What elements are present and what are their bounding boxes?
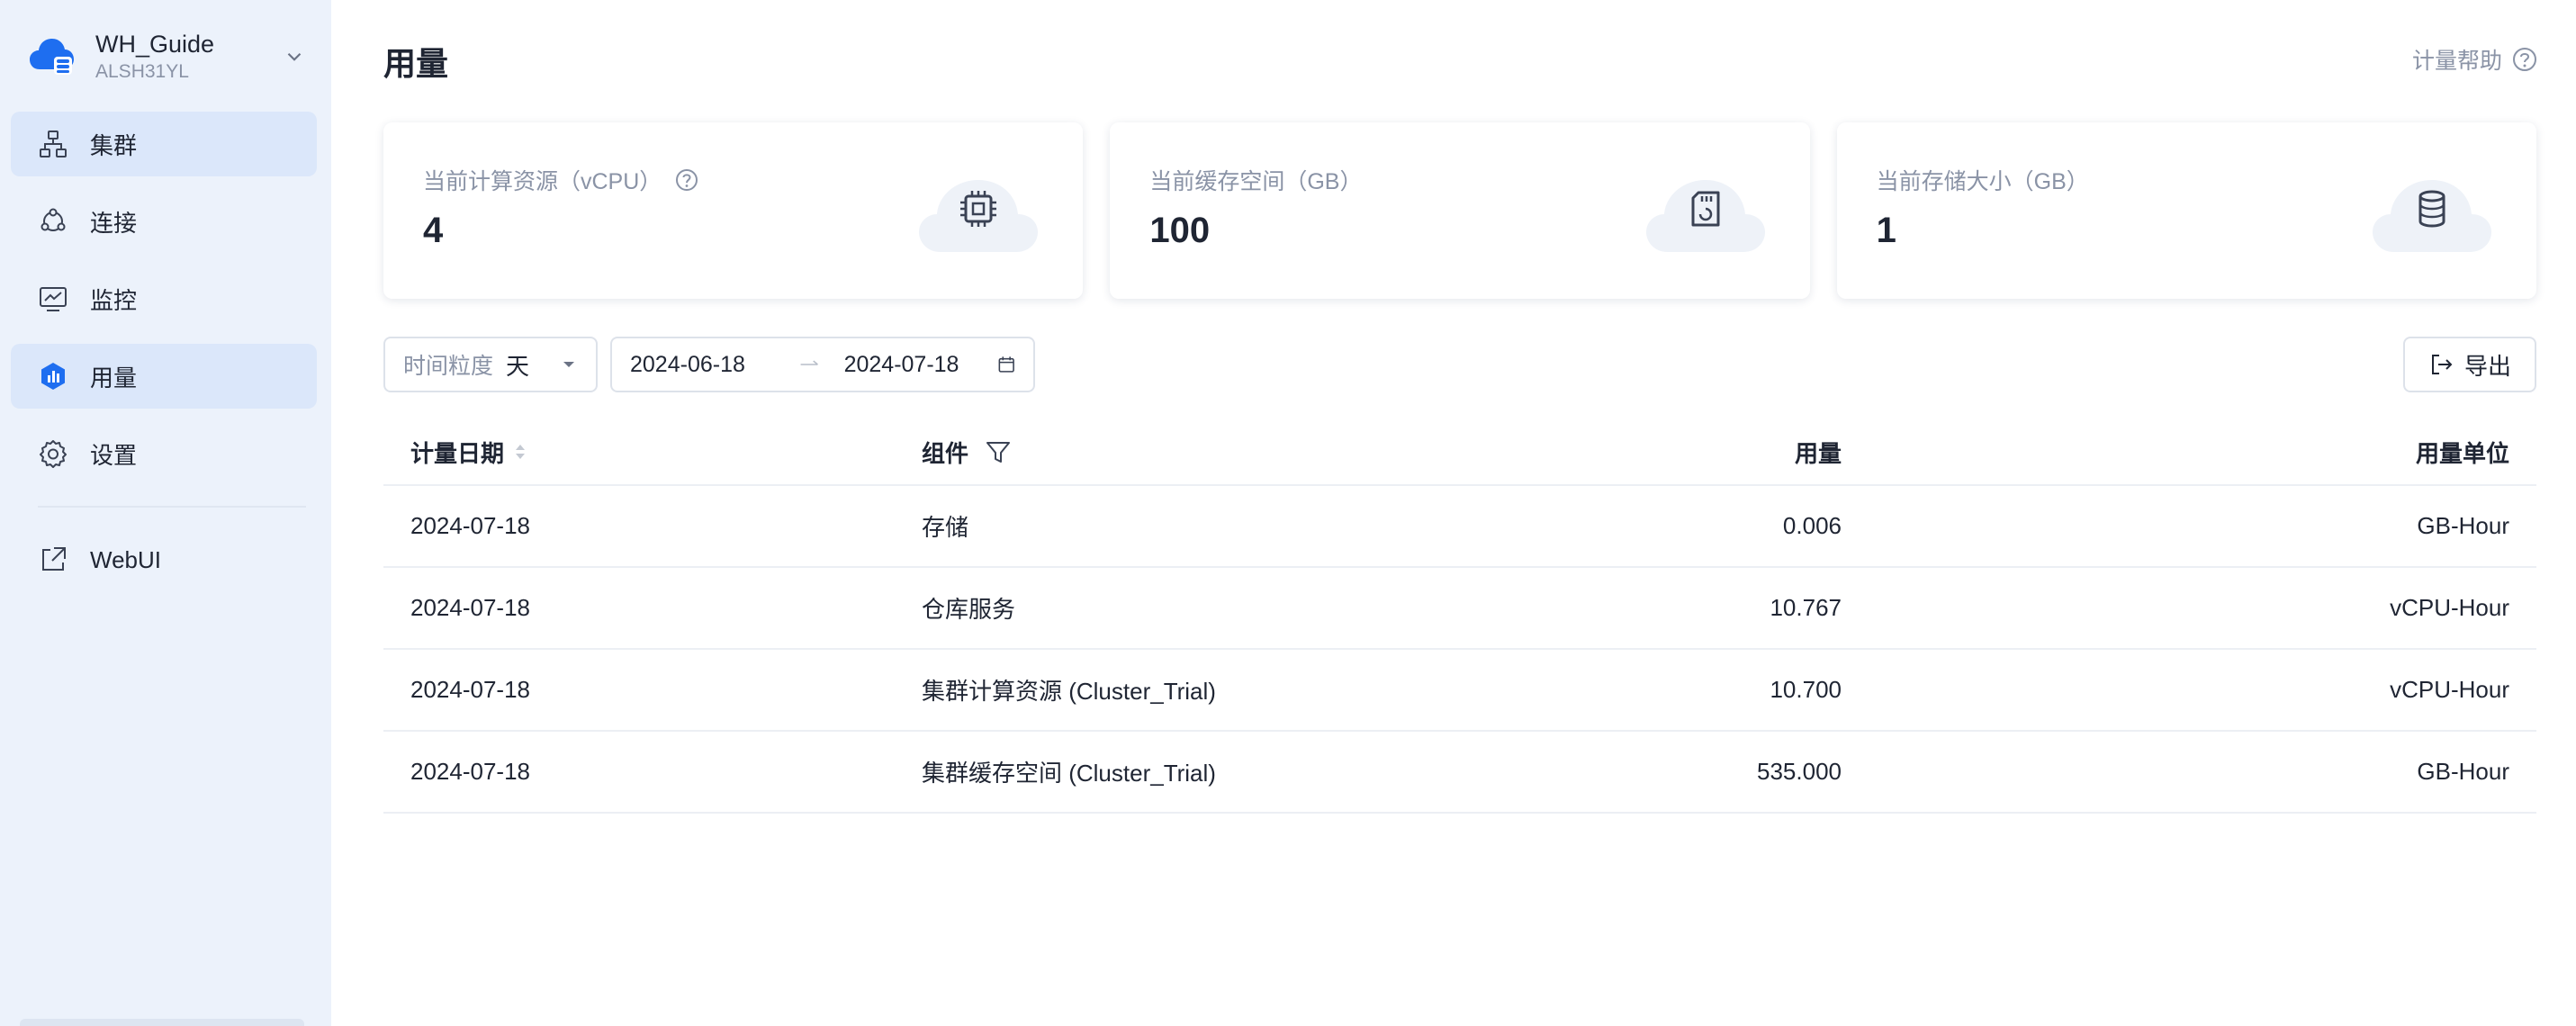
sidebar-nav: 集群 连接 监控 用量 设置 WebUI xyxy=(11,112,317,605)
cell-unit: GB-Hour xyxy=(2417,758,2509,785)
calendar-icon[interactable] xyxy=(997,353,1015,376)
arrow-right-icon xyxy=(800,360,818,365)
cell-unit: vCPU-Hour xyxy=(2390,676,2509,703)
workspace-id: ALSH31YL xyxy=(95,61,189,82)
workspace-switcher[interactable]: WH_Guide ALSH31YL xyxy=(27,23,306,90)
cell-usage: 535.000 xyxy=(1757,758,1842,785)
filter-icon[interactable] xyxy=(985,438,1012,465)
sidebar-item-label: 集群 xyxy=(90,131,138,159)
card-label-text: 当前缓存空间（GB） xyxy=(1149,169,1363,194)
column-header-label: 组件 xyxy=(922,439,969,467)
cell-unit: GB-Hour xyxy=(2417,512,2509,539)
table-row: 2024-07-18 集群缓存空间 (Cluster_Trial) 535.00… xyxy=(383,732,2536,814)
column-header-component: 组件 xyxy=(922,436,1453,469)
workspace-name: WH_Guide xyxy=(95,31,215,58)
card-label-text: 当前存储大小（GB） xyxy=(1876,169,2089,194)
sidebar-item-label: 用量 xyxy=(90,364,138,392)
cell-date: 2024-07-18 xyxy=(410,512,530,539)
column-header-label: 用量单位 xyxy=(2415,439,2509,467)
sidebar-item-usage[interactable]: 用量 xyxy=(11,344,317,409)
column-header-label: 计量日期 xyxy=(410,439,505,467)
sidebar: WH_Guide ALSH31YL 集群 连接 监控 用量 设置 WebUI xyxy=(0,0,331,1026)
external-link-icon xyxy=(42,547,66,571)
cell-usage: 0.006 xyxy=(1782,512,1842,539)
sidebar-item-label: 设置 xyxy=(90,441,138,469)
sidebar-item-connect[interactable]: 连接 xyxy=(11,189,317,254)
sidebar-item-label: 监控 xyxy=(90,286,138,314)
table-row: 2024-07-18 存储 0.006 GB-Hour xyxy=(383,486,2536,568)
nav-divider xyxy=(38,506,306,508)
chevron-down-icon xyxy=(287,52,302,61)
end-date-input[interactable] xyxy=(843,351,997,378)
cluster-icon xyxy=(40,130,67,158)
sidebar-item-settings[interactable]: 设置 xyxy=(11,421,317,486)
sidebar-footer-bar xyxy=(20,1019,304,1026)
column-header-date[interactable]: 计量日期 xyxy=(383,436,922,469)
connect-icon xyxy=(41,208,66,231)
usage-help-link[interactable]: 计量帮助 xyxy=(2412,43,2538,76)
cell-usage: 10.767 xyxy=(1770,594,1842,621)
help-icon xyxy=(2513,48,2536,71)
export-label: 导出 xyxy=(2463,352,2511,380)
column-header-usage: 用量 xyxy=(1453,436,1842,469)
sort-icon[interactable] xyxy=(513,441,527,463)
cell-component: 存储 xyxy=(922,514,969,541)
gear-icon xyxy=(40,440,67,468)
sidebar-item-monitor[interactable]: 监控 xyxy=(11,266,317,331)
usage-table: 计量日期 组件 用量 用量单位 2024-07-18 存储 0.006 GB-H… xyxy=(383,419,2536,814)
sd-card-icon xyxy=(1645,180,1765,252)
summary-cards: 当前计算资源（vCPU） 4 当前缓存空间（GB） 100 当前存储大小（GB）… xyxy=(383,122,2536,299)
cpu-icon xyxy=(919,180,1039,252)
table-row: 2024-07-18 仓库服务 10.767 vCPU-Hour xyxy=(383,568,2536,650)
cell-component: 集群缓存空间 (Cluster_Trial) xyxy=(922,760,1216,787)
cell-component: 仓库服务 xyxy=(922,596,1016,623)
page-title: 用量 xyxy=(383,45,449,82)
column-header-label: 用量 xyxy=(1794,439,1842,467)
monitor-icon xyxy=(40,287,67,311)
filter-toolbar: 时间粒度 天 导出 xyxy=(383,337,2536,392)
export-button[interactable]: 导出 xyxy=(2403,337,2536,392)
vcpu-card: 当前计算资源（vCPU） 4 xyxy=(383,122,1084,299)
column-header-unit: 用量单位 xyxy=(1842,436,2536,469)
granularity-value: 天 xyxy=(506,352,530,380)
granularity-label: 时间粒度 xyxy=(403,354,494,379)
caret-down-icon xyxy=(563,362,574,367)
sidebar-item-webui[interactable]: WebUI xyxy=(11,527,317,592)
cell-date: 2024-07-18 xyxy=(410,758,530,785)
cache-card: 当前缓存空间（GB） 100 xyxy=(1110,122,1810,299)
sidebar-item-cluster[interactable]: 集群 xyxy=(11,112,317,176)
cell-component: 集群计算资源 (Cluster_Trial) xyxy=(922,678,1216,705)
usage-icon xyxy=(41,363,65,390)
cloud-logo-icon xyxy=(30,39,74,75)
cell-date: 2024-07-18 xyxy=(410,676,530,703)
cell-usage: 10.700 xyxy=(1770,676,1842,703)
help-label: 计量帮助 xyxy=(2411,49,2502,74)
storage-card: 当前存储大小（GB） 1 xyxy=(1836,122,2536,299)
cell-date: 2024-07-18 xyxy=(410,594,530,621)
help-icon[interactable] xyxy=(674,167,699,193)
date-range-picker[interactable] xyxy=(610,337,1035,392)
sidebar-item-label: WebUI xyxy=(90,545,161,573)
card-label-text: 当前计算资源（vCPU） xyxy=(423,169,662,194)
cell-unit: vCPU-Hour xyxy=(2390,594,2509,621)
start-date-input[interactable] xyxy=(630,351,783,378)
sidebar-item-label: 连接 xyxy=(90,209,138,237)
granularity-select[interactable]: 时间粒度 天 xyxy=(383,337,598,392)
table-row: 2024-07-18 集群计算资源 (Cluster_Trial) 10.700… xyxy=(383,650,2536,732)
export-icon xyxy=(2431,355,2453,374)
table-header: 计量日期 组件 用量 用量单位 xyxy=(383,419,2536,486)
database-icon xyxy=(2372,180,2491,252)
workspace-text: WH_Guide ALSH31YL xyxy=(95,29,283,85)
